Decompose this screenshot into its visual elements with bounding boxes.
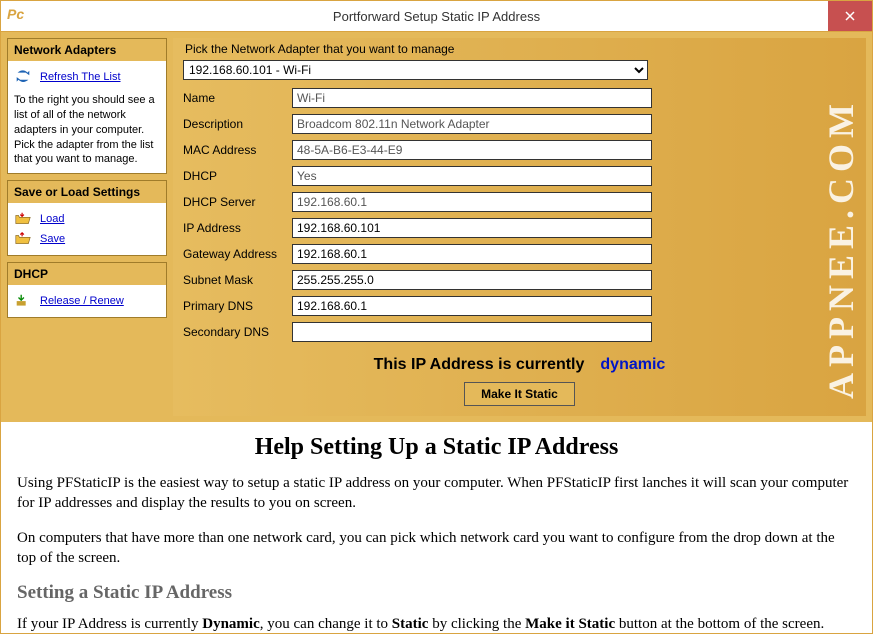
adapters-help-text: To the right you should see a list of al… [14, 93, 160, 167]
dhcp-header: DHCP [8, 263, 166, 285]
release-renew-link[interactable]: Release / Renew [40, 294, 124, 309]
dhcp-panel: DHCP Release / Renew [7, 262, 167, 318]
network-adapters-header: Network Adapters [8, 39, 166, 61]
mac-field [292, 140, 652, 160]
load-link[interactable]: Load [40, 212, 64, 227]
folder-open-icon [14, 211, 32, 227]
close-icon [845, 11, 855, 21]
description-field [292, 114, 652, 134]
ip-status-line: This IP Address is currentlydynamic [183, 356, 856, 374]
folder-save-icon [14, 231, 32, 247]
ip-label: IP Address [183, 221, 288, 235]
mac-label: MAC Address [183, 143, 288, 157]
dns1-label: Primary DNS [183, 299, 288, 313]
dhcp-label: DHCP [183, 169, 288, 183]
ip-field[interactable] [292, 218, 652, 238]
help-subheading: Setting a Static IP Address [17, 582, 856, 604]
help-content-area[interactable]: Help Setting Up a Static IP Address Usin… [1, 422, 872, 633]
dns2-label: Secondary DNS [183, 325, 288, 339]
window-title: Portforward Setup Static IP Address [1, 9, 872, 24]
subnet-label: Subnet Mask [183, 273, 288, 287]
help-intro-1: Using PFStaticIP is the easiest way to s… [17, 473, 856, 514]
help-static-p1: If your IP Address is currently Dynamic,… [17, 614, 856, 633]
close-button[interactable] [828, 1, 872, 31]
save-load-panel: Save or Load Settings Load Save [7, 180, 167, 256]
gateway-field[interactable] [292, 244, 652, 264]
help-intro-2: On computers that have more than one net… [17, 528, 856, 569]
dhcp-server-field [292, 192, 652, 212]
app-logo-icon: Pc [7, 6, 27, 26]
help-title: Help Setting Up a Static IP Address [17, 434, 856, 461]
save-link[interactable]: Save [40, 232, 65, 247]
dhcp-field [292, 166, 652, 186]
dns1-field[interactable] [292, 296, 652, 316]
save-load-header: Save or Load Settings [8, 181, 166, 203]
dhcp-server-label: DHCP Server [183, 195, 288, 209]
dns2-field[interactable] [292, 322, 652, 342]
main-panel: APPNEE.COM Pick the Network Adapter that… [173, 38, 866, 416]
make-static-button[interactable]: Make It Static [464, 382, 575, 406]
name-label: Name [183, 91, 288, 105]
gateway-label: Gateway Address [183, 247, 288, 261]
network-adapters-panel: Network Adapters Refresh The List To the… [7, 38, 167, 174]
pick-adapter-label: Pick the Network Adapter that you want t… [185, 42, 856, 56]
name-field [292, 88, 652, 108]
subnet-field[interactable] [292, 270, 652, 290]
adapter-select[interactable]: 192.168.60.101 - Wi-Fi [183, 60, 648, 80]
titlebar: Pc Portforward Setup Static IP Address [1, 1, 872, 32]
description-label: Description [183, 117, 288, 131]
ip-status-value: dynamic [600, 356, 665, 373]
refresh-icon [14, 69, 32, 85]
refresh-list-link[interactable]: Refresh The List [40, 70, 121, 85]
release-renew-icon [14, 293, 32, 309]
